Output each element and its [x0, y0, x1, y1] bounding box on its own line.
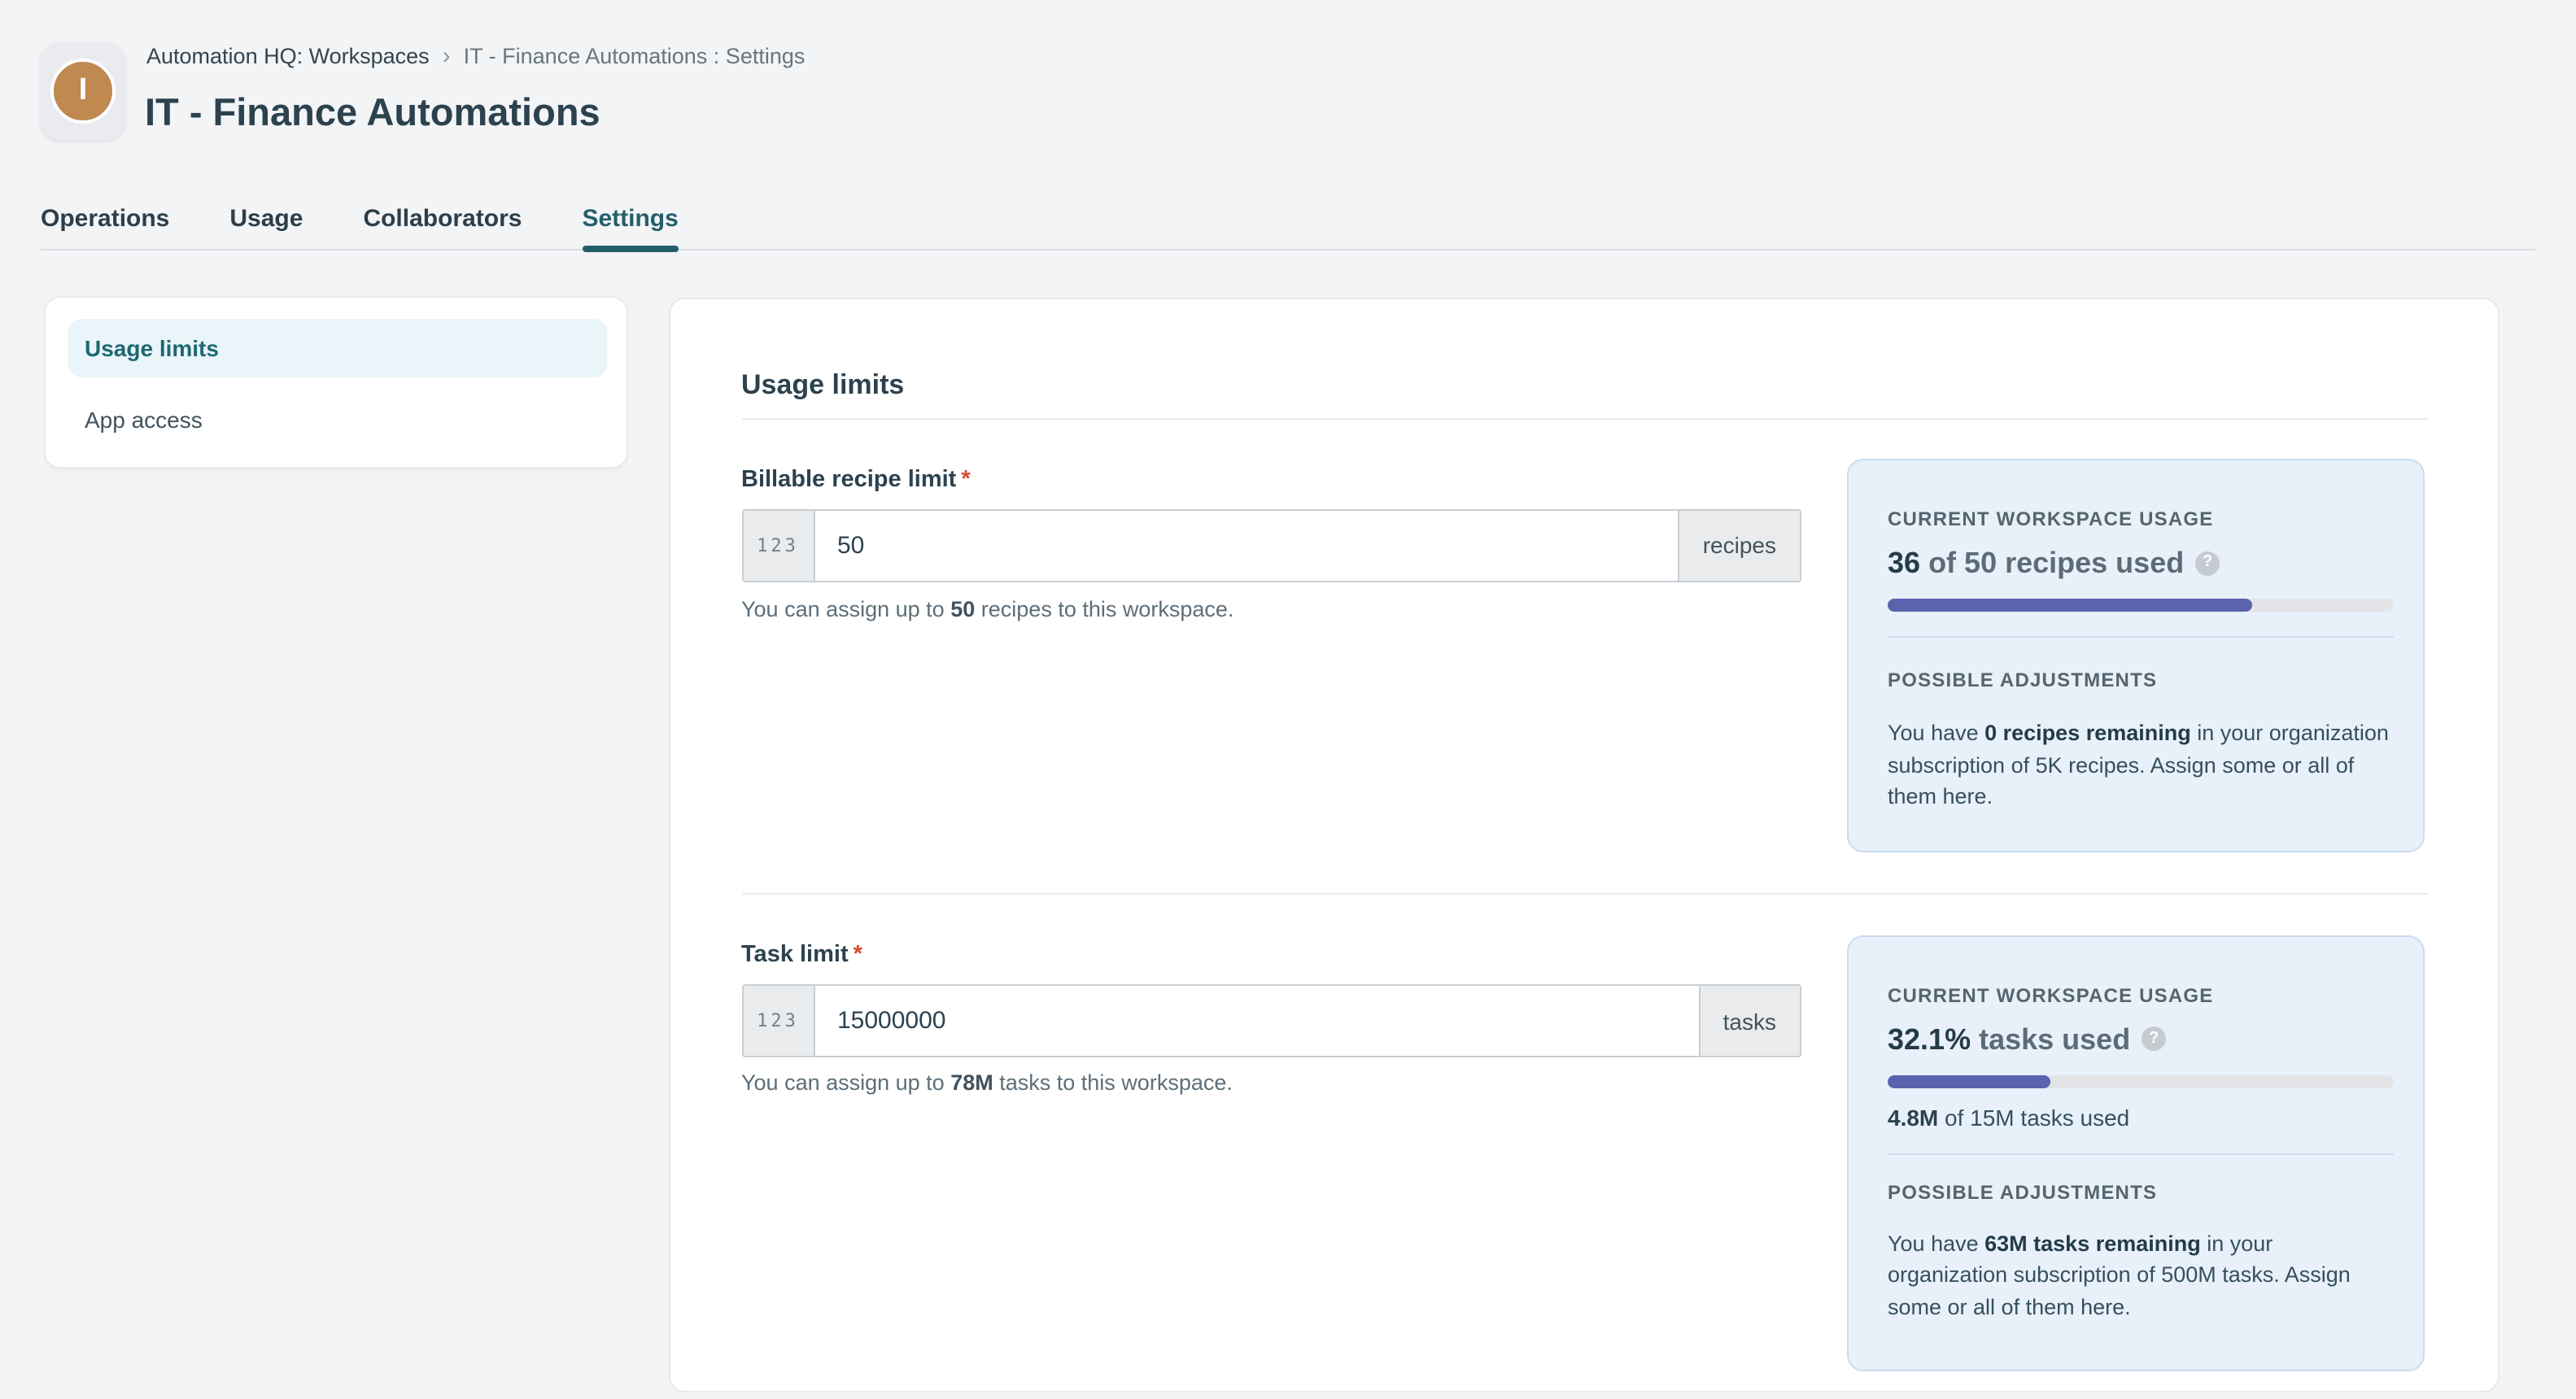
task-usage-stat: 32.1% tasks used	[1888, 1022, 2390, 1055]
tab-usage[interactable]: Usage	[229, 195, 303, 249]
number-type-addon: 123	[743, 510, 814, 580]
task-limit-label: Task limit*	[741, 942, 862, 968]
page: I Automation HQ: Workspaces › IT - Finan…	[0, 0, 2576, 1399]
number-type-addon: 123	[743, 986, 814, 1056]
task-usage-progress-fill	[1888, 1074, 2050, 1087]
task-limit-input[interactable]	[814, 986, 1699, 1056]
breadcrumb-root-link[interactable]: Automation HQ: Workspaces	[146, 44, 430, 68]
section-divider	[741, 892, 2427, 894]
tab-bar: Operations Usage Collaborators Settings	[41, 195, 2535, 251]
required-asterisk: *	[854, 942, 862, 968]
unit-addon-tasks: tasks	[1699, 986, 1799, 1056]
recipe-usage-progress	[1888, 599, 2394, 612]
task-usage-substat: 4.8M of 15M tasks used	[1888, 1104, 2390, 1130]
tab-collaborators[interactable]: Collaborators	[363, 195, 522, 249]
task-limit-helper: You can assign up to 78M tasks to this w…	[741, 1070, 1233, 1095]
card-divider	[1888, 636, 2394, 638]
heading-divider	[741, 418, 2427, 420]
possible-adjustments-label: POSSIBLE ADJUSTMENTS	[1888, 1180, 2390, 1203]
section-heading: Usage limits	[741, 369, 904, 402]
recipe-usage-progress-fill	[1888, 599, 2252, 612]
billable-recipe-limit-input-group: 123 recipes	[741, 508, 1801, 582]
help-icon[interactable]	[2195, 551, 2220, 575]
task-usage-progress	[1888, 1074, 2394, 1087]
task-usage-card: CURRENT WORKSPACE USAGE 32.1% tasks used…	[1847, 935, 2425, 1371]
chevron-right-icon: ›	[443, 46, 451, 67]
page-title: IT - Finance Automations	[145, 91, 600, 135]
breadcrumb-current: IT - Finance Automations : Settings	[464, 44, 806, 68]
sidebar-item-app-access[interactable]: App access	[68, 390, 607, 449]
help-icon[interactable]	[2142, 1026, 2166, 1051]
sidebar-item-usage-limits[interactable]: Usage limits	[68, 319, 607, 377]
recipe-usage-stat: 36 of 50 recipes used	[1888, 547, 2390, 579]
billable-recipe-limit-input[interactable]	[814, 510, 1679, 580]
billable-recipe-limit-helper: You can assign up to 50 recipes to this …	[741, 597, 1233, 621]
tab-operations[interactable]: Operations	[41, 195, 169, 249]
usage-limits-panel: Usage limits Billable recipe limit* 123 …	[669, 298, 2500, 1392]
recipe-usage-card: CURRENT WORKSPACE USAGE 36 of 50 recipes…	[1847, 459, 2425, 852]
unit-addon-recipes: recipes	[1679, 510, 1799, 580]
task-limit-input-group: 123 tasks	[741, 984, 1801, 1057]
task-adjustments-text: You have 63M tasks remaining in your org…	[1888, 1227, 2394, 1323]
possible-adjustments-label: POSSIBLE ADJUSTMENTS	[1888, 669, 2390, 691]
workspace-avatar: I	[41, 42, 125, 140]
required-asterisk: *	[961, 466, 970, 492]
tab-settings[interactable]: Settings	[582, 195, 678, 249]
card-divider	[1888, 1153, 2394, 1154]
workspace-avatar-letter: I	[50, 59, 116, 124]
current-workspace-usage-label: CURRENT WORKSPACE USAGE	[1888, 508, 2390, 530]
billable-recipe-limit-label: Billable recipe limit*	[741, 466, 971, 492]
breadcrumb: Automation HQ: Workspaces › IT - Finance…	[146, 44, 805, 68]
recipe-adjustments-text: You have 0 recipes remaining in your org…	[1888, 717, 2394, 813]
current-workspace-usage-label: CURRENT WORKSPACE USAGE	[1888, 983, 2390, 1006]
settings-sidebar: Usage limits App access	[44, 296, 628, 469]
